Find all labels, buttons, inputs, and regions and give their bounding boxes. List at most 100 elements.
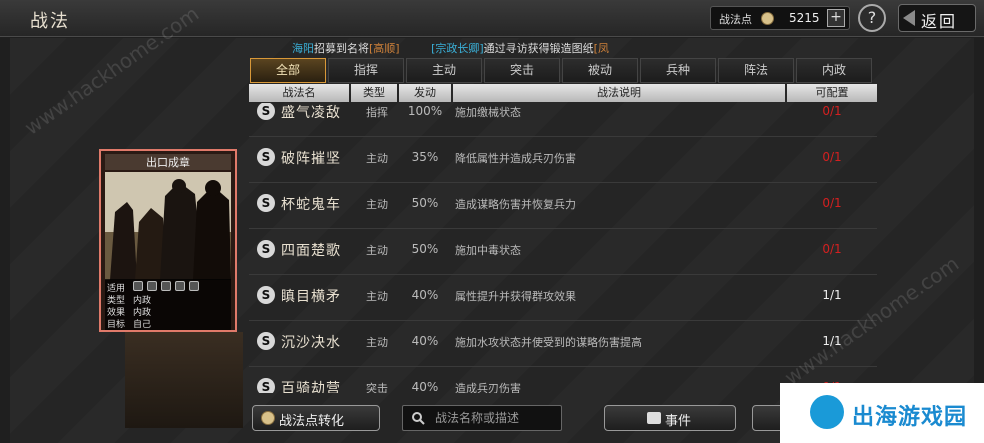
table-row[interactable]: S 盛气凌敌 指挥 100% 施加缴械状态 0/1 <box>249 103 877 137</box>
effect-value: 内政 <box>133 308 152 318</box>
tactic-rate: 35% <box>411 150 439 164</box>
tactic-name: 瞋目横矛 <box>281 289 341 305</box>
tactic-type: 突击 <box>366 382 388 393</box>
coin-icon <box>761 12 774 25</box>
tactic-name: 盛气凌敌 <box>281 105 341 121</box>
tactic-rate: 40% <box>411 334 439 348</box>
tab-internal[interactable]: 内政 <box>796 58 872 83</box>
tab-command[interactable]: 指挥 <box>328 58 404 83</box>
card-stat-target: 目标 自己 <box>107 317 193 330</box>
tactic-name: 杯蛇鬼车 <box>281 197 341 213</box>
add-points-button[interactable]: + <box>827 9 845 27</box>
table-row[interactable]: S 杯蛇鬼车 主动 50% 造成谋略伤害并恢复兵力 0/1 <box>249 183 877 229</box>
table-row[interactable]: S 四面楚歌 主动 50% 施加中毒状态 0/1 <box>249 229 877 275</box>
tab-formation[interactable]: 阵法 <box>718 58 794 83</box>
rank-s-badge: S <box>257 332 275 350</box>
rank-s-badge: S <box>257 240 275 258</box>
back-button[interactable]: 返回 <box>898 4 976 32</box>
tactic-type: 主动 <box>366 152 388 165</box>
col-desc: 战法说明 <box>453 84 785 102</box>
warrior-silhouette-icon <box>105 172 231 280</box>
coin-icon <box>261 411 275 425</box>
event-icon <box>647 412 661 424</box>
tactic-points-display: 战法点 5215 + <box>710 6 850 30</box>
tactic-desc: 属性提升并获得群攻效果 <box>455 290 576 303</box>
col-type[interactable]: 类型 <box>351 84 397 102</box>
card-title: 出口成章 <box>105 154 231 170</box>
tab-all[interactable]: 全部 <box>250 58 326 83</box>
points-value: 5215 <box>789 11 820 25</box>
category-tabs: 全部 指挥 主动 突击 被动 兵种 阵法 内政 <box>250 58 872 83</box>
back-arrow-icon <box>903 10 915 26</box>
search-box[interactable] <box>402 405 562 431</box>
tactic-name: 破阵摧坚 <box>281 151 341 167</box>
type-label: 类型 <box>107 296 126 306</box>
col-name[interactable]: 战法名 <box>249 84 349 102</box>
logo-text: 出海游戏园 <box>852 405 968 430</box>
shield-icon <box>147 281 157 291</box>
tactic-desc: 降低属性并造成兵刃伤害 <box>455 152 576 165</box>
event-button[interactable]: 事件 <box>604 405 736 431</box>
page-title: 战法 <box>30 11 70 32</box>
tactic-desc: 施加中毒状态 <box>455 244 521 257</box>
tactic-count: 1/1 <box>822 288 842 302</box>
tactic-rate: 40% <box>411 288 439 302</box>
tactic-type: 主动 <box>366 244 388 257</box>
tactic-desc: 造成兵刃伤害 <box>455 382 521 393</box>
card-illustration <box>105 172 231 280</box>
rank-s-badge: S <box>257 103 275 120</box>
search-icon <box>412 412 425 425</box>
tactics-list[interactable]: S 盛气凌敌 指挥 100% 施加缴械状态 0/1 S 破阵摧坚 主动 35% … <box>249 103 877 393</box>
convert-points-button[interactable]: 战法点转化 <box>252 405 380 431</box>
tactic-type: 主动 <box>366 290 388 303</box>
bow-icon <box>161 281 171 291</box>
troop-icons <box>133 281 199 293</box>
spear-icon <box>175 281 185 291</box>
tactic-desc: 施加水攻状态并使受到的谋略伤害提高 <box>455 336 642 349</box>
rank-s-badge: S <box>257 378 275 393</box>
tactic-type: 主动 <box>366 336 388 349</box>
convert-label: 战法点转化 <box>279 414 345 429</box>
help-button[interactable]: ? <box>858 4 886 32</box>
table-header: 战法名 类型 发动 战法说明 可配置 <box>249 84 877 102</box>
tab-assault[interactable]: 突击 <box>484 58 560 83</box>
table-row[interactable]: S 破阵摧坚 主动 35% 降低属性并造成兵刃伤害 0/1 <box>249 137 877 183</box>
target-value: 自己 <box>133 320 152 330</box>
tab-active[interactable]: 主动 <box>406 58 482 83</box>
site-logo: 出海游戏园 <box>780 383 984 443</box>
rank-s-badge: S <box>257 194 275 212</box>
tactic-name: 沉沙决水 <box>281 335 341 351</box>
card-stat-effect: 效果 内政 <box>107 305 193 318</box>
tactic-card[interactable]: 出口成章 适用 类型 内政 效果 内政 目标 自己 <box>99 149 237 332</box>
target-label: 目标 <box>107 320 126 330</box>
type-value: 内政 <box>133 296 152 306</box>
event-label: 事件 <box>665 414 692 429</box>
tactic-desc: 造成谋略伤害并恢复兵力 <box>455 198 576 211</box>
table-row[interactable]: S 瞋目横矛 主动 40% 属性提升并获得群攻效果 1/1 <box>249 275 877 321</box>
tab-troop[interactable]: 兵种 <box>640 58 716 83</box>
tab-passive[interactable]: 被动 <box>562 58 638 83</box>
ticker-text-1: 招募到名将 <box>314 42 369 55</box>
table-row[interactable]: S 沉沙决水 主动 40% 施加水攻状态并使受到的谋略伤害提高 1/1 <box>249 321 877 367</box>
tactic-desc: 施加缴械状态 <box>455 106 521 119</box>
ticker-item: [凤 <box>593 42 609 55</box>
tactic-name: 百骑劫营 <box>281 381 341 393</box>
tactic-name: 四面楚歌 <box>281 243 341 259</box>
search-input[interactable] <box>435 407 559 429</box>
rank-s-badge: S <box>257 286 275 304</box>
effect-label: 效果 <box>107 308 126 318</box>
card-background-art <box>125 332 243 428</box>
card-stats: 适用 类型 内政 效果 内政 目标 自己 <box>105 279 231 330</box>
ticker-tag-1: 海阳 <box>292 42 314 55</box>
news-ticker: 海阳招募到名将[高顺] [宗政长卿]通过寻访获得锻造图纸[凤 <box>292 40 872 56</box>
logo-icon <box>810 395 844 429</box>
col-rate[interactable]: 发动 <box>399 84 451 102</box>
tactic-type: 主动 <box>366 198 388 211</box>
col-count[interactable]: 可配置 <box>787 84 877 102</box>
tactic-type: 指挥 <box>366 106 388 119</box>
tactic-count: 0/1 <box>822 150 842 164</box>
tactic-count: 0/1 <box>822 242 842 256</box>
cavalry-icon <box>133 281 143 291</box>
back-label: 返回 <box>921 12 958 31</box>
ticker-hero: [高顺] <box>369 42 400 55</box>
